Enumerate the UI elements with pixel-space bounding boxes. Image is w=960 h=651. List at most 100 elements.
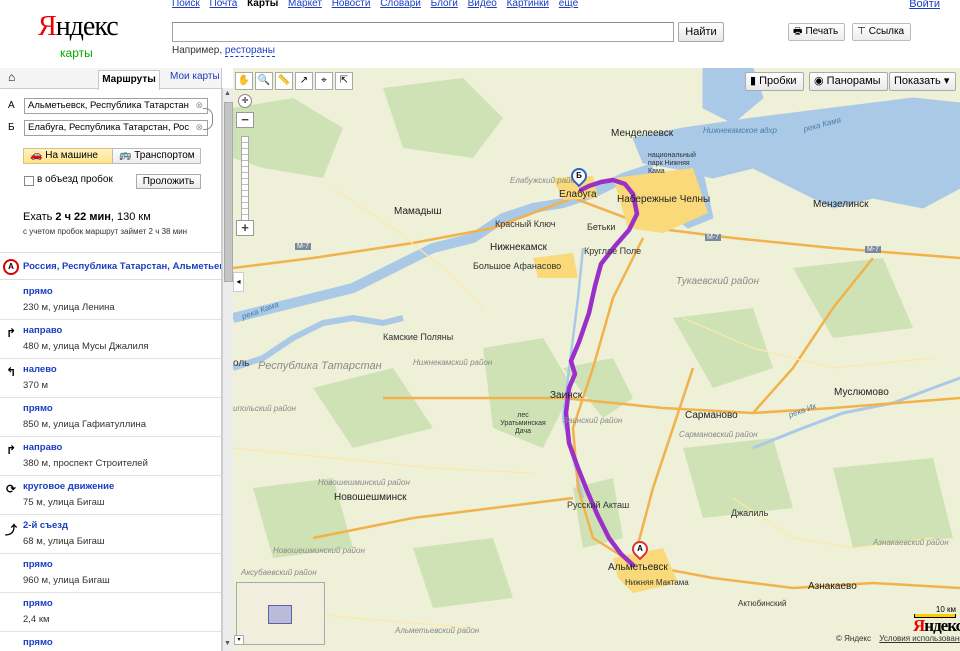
service-link-images[interactable]: Картинки xyxy=(507,0,549,9)
map-label-betki: Бетьки xyxy=(587,222,616,232)
drive-time: 2 ч 22 мин xyxy=(55,211,111,223)
service-link-video[interactable]: Видео xyxy=(468,0,497,9)
build-route-button[interactable]: Проложить xyxy=(136,174,201,189)
panoramas-button[interactable]: ◉ Панорамы xyxy=(809,72,888,91)
route-step[interactable]: ⟳ круговое движение 75 м, улица Бигаш xyxy=(0,476,221,515)
drive-distance: , 130 км xyxy=(110,211,151,223)
start-marker-icon: А xyxy=(3,259,19,275)
scroll-down-icon[interactable]: ▼ xyxy=(224,640,231,647)
route-step[interactable]: прямо 230 м, улица Ленина xyxy=(0,281,221,320)
traffic-light-icon: ▮ xyxy=(750,75,757,87)
tab-routes[interactable]: Маршруты xyxy=(98,70,160,90)
route-step[interactable]: ⤴ 2-й съезд 68 м, улица Бигаш xyxy=(0,515,221,554)
map-view[interactable]: Менделеевск Нижнекамское вдхр национальн… xyxy=(233,68,960,651)
traffic-label: Пробки xyxy=(759,75,797,87)
route-start-address: Россия, Республика Татарстан, Альметьевс… xyxy=(23,261,222,272)
route-step[interactable]: ↰ налево 370 м xyxy=(0,359,221,398)
route-to-input[interactable]: Елабуга, Республика Татарстан, Рос ⊗ xyxy=(24,120,208,136)
avoid-traffic-checkbox[interactable] xyxy=(24,176,34,186)
service-link-mail[interactable]: Почта xyxy=(210,0,238,9)
bus-icon: 🚌 xyxy=(119,150,132,161)
route-from-letter: А xyxy=(8,100,15,111)
copyright-text: © Яндекс xyxy=(836,634,872,643)
map-label-sarmanovo: Сарманово xyxy=(685,410,738,421)
swap-route-icon[interactable] xyxy=(203,108,213,130)
route-step[interactable]: прямо xyxy=(0,632,221,651)
terms-link[interactable]: Условия использования xyxy=(879,634,960,643)
map-label-tukaevsky: Тукаевский район xyxy=(676,276,759,287)
route-step-title: прямо xyxy=(23,403,53,414)
roundabout-icon: ⟳ xyxy=(5,482,17,496)
route-tool-icon[interactable]: ↗ xyxy=(295,72,313,90)
service-link-search[interactable]: Поиск xyxy=(172,0,200,9)
service-link-maps[interactable]: Карты xyxy=(247,0,278,9)
route-step[interactable]: прямо 850 м, улица Гафиатуллина xyxy=(0,398,221,437)
route-step-title: направо xyxy=(23,325,63,336)
minimap-viewport[interactable] xyxy=(268,605,292,624)
collapse-panel-icon[interactable]: ◂ xyxy=(233,272,244,292)
search-hint-example[interactable]: рестораны xyxy=(224,45,275,57)
mode-car-button[interactable]: 🚗 На машине xyxy=(23,148,113,164)
compass-icon[interactable]: ✛ xyxy=(238,94,252,108)
map-label-almetyevsky-district: Альметьевский район xyxy=(395,626,480,635)
magnifier-tool-icon[interactable]: 🔍 xyxy=(255,72,273,90)
map-label-aksubaevsky-district: Аксубаевский район xyxy=(241,568,317,577)
map-label-m7-c: М-7 xyxy=(865,246,882,253)
chevron-down-icon: ▾ xyxy=(943,75,950,87)
mode-transit-button[interactable]: 🚌 Транспортом xyxy=(112,148,201,164)
map-label-elabuga-district: Елабужский район xyxy=(510,176,580,185)
car-icon: 🚗 xyxy=(30,150,43,161)
service-link-more[interactable]: ещё xyxy=(559,0,578,9)
zoom-in-button[interactable]: + xyxy=(236,220,254,236)
zoom-out-button[interactable]: − xyxy=(236,112,254,128)
search-button[interactable]: Найти xyxy=(678,22,724,42)
service-link-news[interactable]: Новости xyxy=(332,0,371,9)
route-step[interactable]: прямо 2,4 км xyxy=(0,593,221,632)
route-step[interactable]: прямо 960 м, улица Бигаш xyxy=(0,554,221,593)
minimap[interactable] xyxy=(236,582,325,645)
route-step-title: прямо xyxy=(23,637,53,648)
map-label-cut-ol: оль xyxy=(233,358,250,369)
link-tool-icon[interactable]: ⇱ xyxy=(335,72,353,90)
placemark-tool-icon[interactable]: ⌖ xyxy=(315,72,333,90)
service-link-dictionaries[interactable]: Словари xyxy=(380,0,421,9)
route-start-row[interactable]: А Россия, Республика Татарстан, Альметье… xyxy=(0,252,222,280)
print-button[interactable]: 🖶 Печать xyxy=(788,23,846,41)
route-panel: ⌂ Маршруты Мои карты А Альметьевск, Респ… xyxy=(0,68,222,651)
yandex-watermark: Яндекс xyxy=(913,616,960,635)
panel-scrollbar[interactable]: ▲ ▼ xyxy=(222,88,233,651)
yandex-logo[interactable]: Яндекс карты xyxy=(38,12,119,61)
scroll-up-icon[interactable]: ▲ xyxy=(224,90,231,97)
map-label-muslyumovo: Муслюмово xyxy=(834,387,889,398)
route-step[interactable]: ↱ направо 380 м, проспект Строителей xyxy=(0,437,221,476)
route-from-input[interactable]: Альметьевск, Республика Татарстан ⊗ xyxy=(24,98,208,114)
route-step[interactable]: ↱ направо 480 м, улица Мусы Джалиля xyxy=(0,320,221,359)
mode-car-label: На машине xyxy=(45,150,98,161)
traffic-button[interactable]: ▮ Пробки xyxy=(745,72,804,91)
map-label-nizhnyaya-maktama: Нижняя Мактама xyxy=(625,578,689,587)
route-step-detail: 68 м, улица Бигаш xyxy=(23,536,105,547)
ruler-tool-icon[interactable]: 📏 xyxy=(275,72,293,90)
printer-icon: 🖶 xyxy=(793,26,803,37)
service-link-blogs[interactable]: Блоги xyxy=(431,0,458,9)
turn-right-icon: ↱ xyxy=(5,443,17,457)
route-step-title: прямо xyxy=(23,559,53,570)
map-label-forest: лес Уратьминская Дача xyxy=(500,412,546,435)
search-input[interactable] xyxy=(172,22,674,42)
route-step-title: направо xyxy=(23,442,63,453)
service-link-market[interactable]: Маркет xyxy=(288,0,322,9)
link-button[interactable]: ⊤ Ссылка xyxy=(852,23,912,41)
show-layers-button[interactable]: Показать ▾ xyxy=(889,72,957,91)
hand-tool-icon[interactable]: ✋ xyxy=(235,72,253,90)
map-label-sarmanovsky-district: Сармановский район xyxy=(679,430,758,439)
minimap-collapse-icon[interactable]: ▾ xyxy=(234,635,244,645)
route-step-title: прямо xyxy=(23,286,53,297)
route-to-value: Елабуга, Республика Татарстан, Рос xyxy=(28,122,190,133)
clear-icon[interactable]: ⊗ xyxy=(195,100,203,111)
clear-icon[interactable]: ⊗ xyxy=(195,122,203,133)
home-icon[interactable]: ⌂ xyxy=(8,70,15,84)
tab-my-maps[interactable]: Мои карты xyxy=(170,71,220,82)
scrollbar-thumb[interactable] xyxy=(224,102,233,282)
route-step-detail: 380 м, проспект Строителей xyxy=(23,458,148,469)
login-link[interactable]: Войти xyxy=(909,0,940,10)
